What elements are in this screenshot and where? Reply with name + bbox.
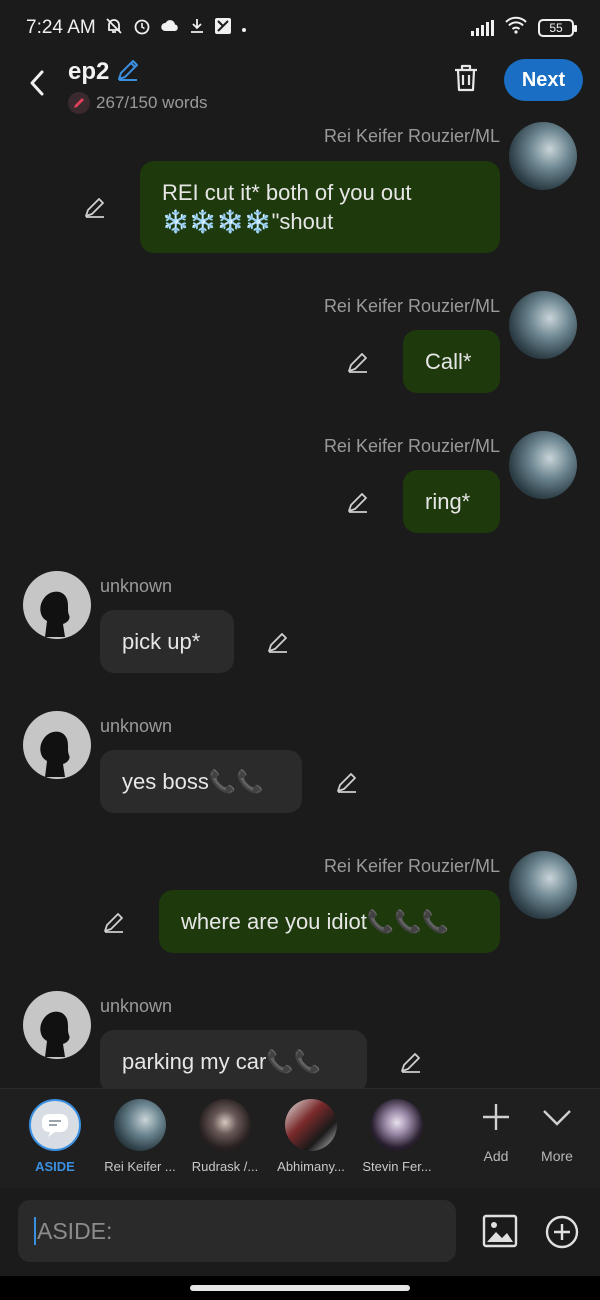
- sender-name: unknown: [100, 996, 173, 1016]
- download-icon: [188, 17, 206, 40]
- message-bubble[interactable]: pick up*: [100, 610, 234, 673]
- status-bar: 7:24 AM 55: [0, 0, 600, 56]
- sender-name: Rei Keifer Rouzier/ML: [323, 436, 500, 456]
- character-abhimanyu[interactable]: Abhimany...: [269, 1099, 353, 1174]
- signal-icon: [471, 20, 494, 36]
- edit-message-icon[interactable]: [344, 348, 372, 376]
- avatar[interactable]: [509, 291, 577, 359]
- composer: ASIDE:: [0, 1188, 600, 1276]
- message-input-value: ASIDE:: [37, 1217, 113, 1244]
- avatar[interactable]: [23, 571, 91, 639]
- chat-thread[interactable]: Rei Keifer Rouzier/ML REI cut it* both o…: [0, 114, 600, 1088]
- edit-message-icon[interactable]: [100, 908, 128, 936]
- pencil-badge-icon: [68, 91, 90, 114]
- image-icon: [482, 1214, 518, 1252]
- edit-message-icon[interactable]: [333, 768, 361, 796]
- avatar[interactable]: [23, 711, 91, 779]
- edit-message-icon[interactable]: [264, 628, 292, 656]
- page-title: ep2: [68, 58, 110, 85]
- header: ep2 267/150 words Next: [0, 56, 600, 114]
- insert-image-button[interactable]: [482, 1214, 518, 1248]
- sender-name: unknown: [100, 576, 173, 596]
- character-aside[interactable]: ASIDE: [13, 1099, 97, 1174]
- battery-icon: 55: [538, 19, 577, 37]
- edit-title-icon[interactable]: [115, 57, 141, 88]
- home-indicator[interactable]: [190, 1285, 410, 1291]
- avatar: [285, 1099, 337, 1151]
- character-rei[interactable]: Rei Keifer ...: [98, 1099, 182, 1174]
- message-bubble[interactable]: REI cut it* both of you out ❄️❄️❄️❄️"sho…: [140, 161, 500, 253]
- mute-bell-icon: [104, 16, 124, 41]
- wifi-icon: [504, 16, 528, 40]
- back-button[interactable]: [12, 60, 62, 110]
- alarm-icon: [132, 16, 152, 41]
- delete-button[interactable]: [448, 62, 484, 98]
- avatar[interactable]: [509, 431, 577, 499]
- character-stevin[interactable]: Stevin Fer...: [355, 1099, 439, 1174]
- system-nav-bar: [0, 1276, 600, 1300]
- message-bubble[interactable]: ring*: [403, 470, 500, 533]
- avatar[interactable]: [509, 851, 577, 919]
- add-character-button[interactable]: Add: [466, 1101, 526, 1164]
- character-label: ASIDE: [35, 1159, 75, 1174]
- edit-message-icon[interactable]: [344, 488, 372, 516]
- trash-icon: [452, 63, 480, 98]
- status-time: 7:24 AM: [26, 17, 96, 38]
- chevron-left-icon: [27, 69, 47, 102]
- character-rudrask[interactable]: Rudrask /...: [183, 1099, 267, 1174]
- sender-name: Rei Keifer Rouzier/ML: [323, 296, 500, 316]
- message-icon: [29, 1099, 81, 1151]
- app-notification-icon: [214, 17, 232, 40]
- plus-circle-icon: [545, 1215, 579, 1253]
- character-label: Abhimany...: [277, 1159, 345, 1174]
- word-count: 267/150 words: [96, 92, 208, 112]
- sender-name: unknown: [100, 716, 173, 736]
- dot-icon: [240, 18, 248, 39]
- message-bubble[interactable]: where are you idiot📞📞📞: [159, 890, 500, 953]
- character-label: Rudrask /...: [191, 1159, 259, 1174]
- plus-icon: [480, 1101, 512, 1138]
- sender-name: Rei Keifer Rouzier/ML: [323, 126, 500, 146]
- sender-name: Rei Keifer Rouzier/ML: [323, 856, 500, 876]
- chevron-down-icon: [541, 1101, 573, 1138]
- avatar[interactable]: [23, 991, 91, 1059]
- avatar: [114, 1099, 166, 1151]
- character-label: Rei Keifer ...: [104, 1159, 176, 1174]
- character-label: Stevin Fer...: [362, 1159, 432, 1174]
- text-caret: [34, 1217, 36, 1245]
- add-attachment-button[interactable]: [545, 1215, 579, 1249]
- character-selector: ASIDE Rei Keifer ... Rudrask /... Abhima…: [0, 1088, 600, 1188]
- edit-message-icon[interactable]: [81, 193, 109, 221]
- edit-message-icon[interactable]: [397, 1048, 425, 1076]
- next-button[interactable]: Next: [504, 59, 583, 101]
- message-bubble[interactable]: Call*: [403, 330, 500, 393]
- avatar: [371, 1099, 423, 1151]
- add-label: Add: [483, 1148, 509, 1164]
- message-bubble[interactable]: parking my car📞📞: [100, 1030, 367, 1088]
- cloud-icon: [160, 18, 180, 39]
- more-button[interactable]: More: [527, 1101, 587, 1164]
- avatar: [199, 1099, 251, 1151]
- more-label: More: [541, 1148, 573, 1164]
- message-input[interactable]: ASIDE:: [18, 1200, 456, 1262]
- avatar[interactable]: [509, 122, 577, 190]
- message-bubble[interactable]: yes boss📞📞: [100, 750, 302, 813]
